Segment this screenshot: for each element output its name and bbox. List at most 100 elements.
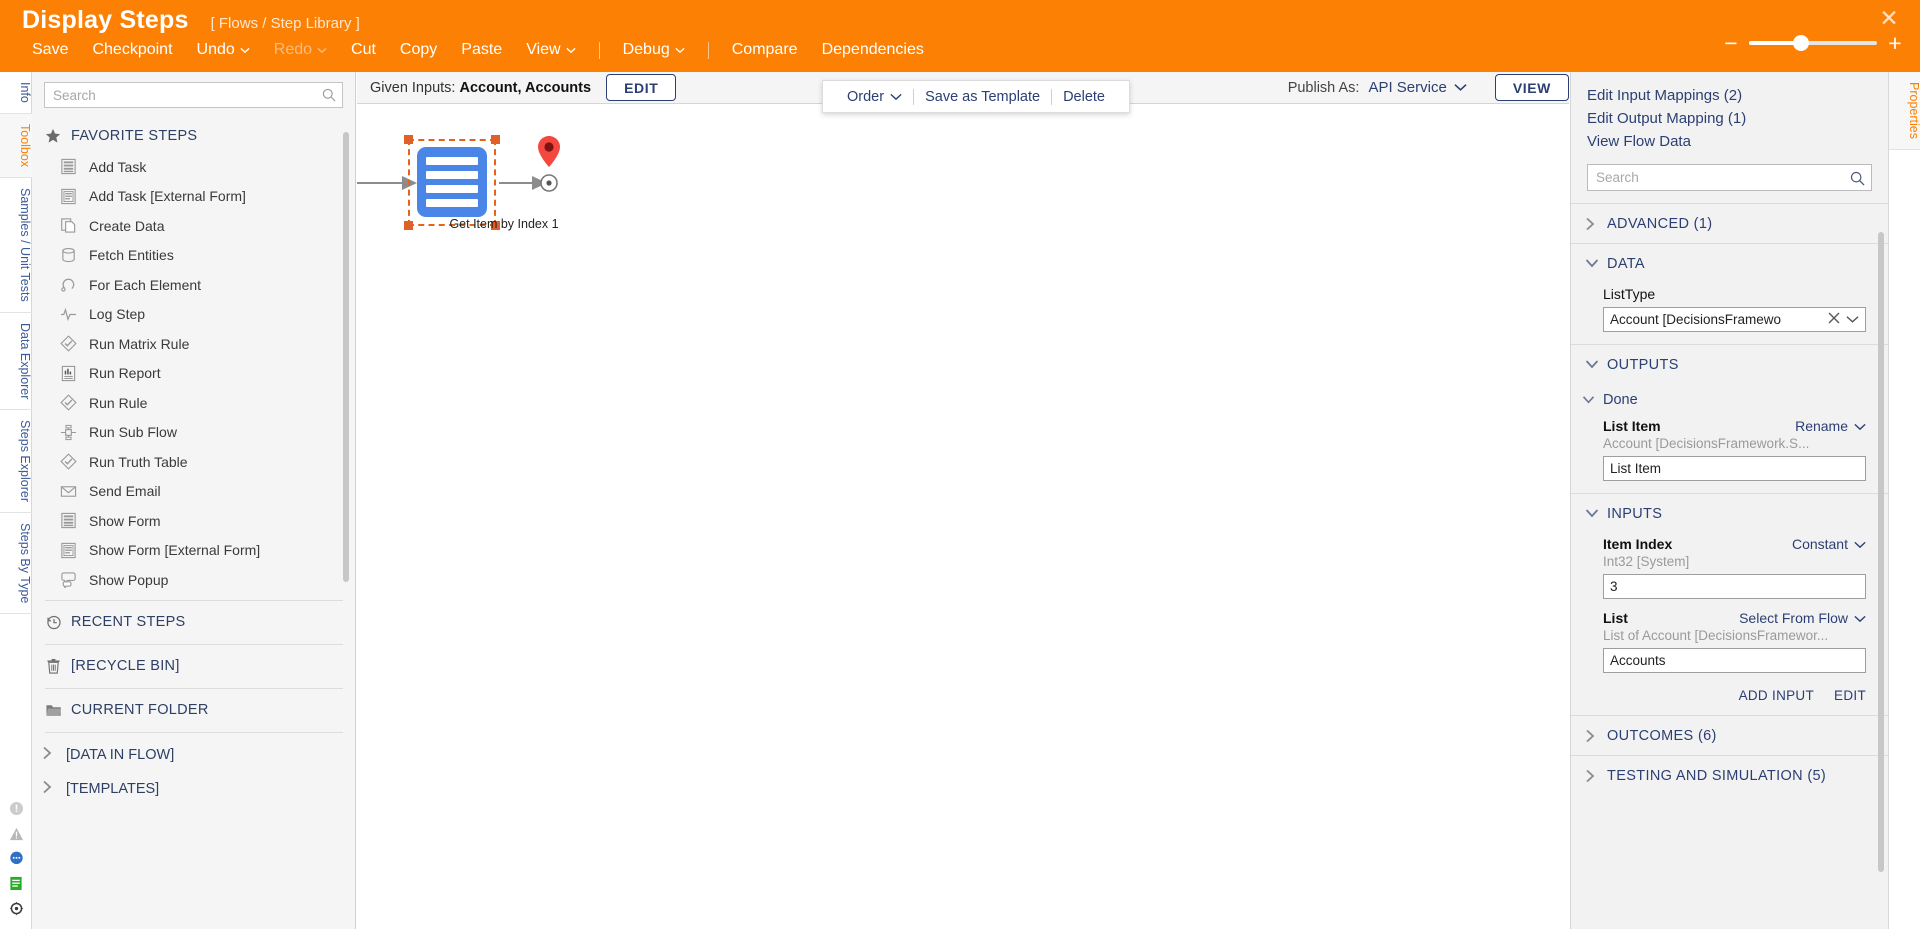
search-icon[interactable] [1850,171,1865,191]
menu-item-copy[interactable]: Copy [388,41,449,59]
search-box[interactable] [44,82,343,108]
context-menu-item-order[interactable]: Order [836,89,913,105]
field-item-index-input[interactable]: 3 [1603,574,1866,599]
step-item[interactable]: Run Rule [32,388,356,418]
rail-tab-steps-explorer[interactable]: Steps Explorer [0,410,32,514]
section-inputs[interactable]: INPUTS [1571,493,1888,533]
properties-search-box[interactable] [1587,164,1872,191]
edit-button[interactable]: EDIT [606,74,677,101]
context-menu-item-save-as-template[interactable]: Save as Template [914,89,1051,105]
resize-handle-tl[interactable] [404,135,413,144]
menu-item-compare[interactable]: Compare [720,41,810,59]
step-item[interactable]: Create Data [32,211,356,241]
field-list-item-input[interactable]: List Item [1603,456,1866,481]
document-icon[interactable] [0,871,32,896]
rename-dropdown[interactable]: Rename [1795,418,1866,434]
field-list-input[interactable]: Accounts [1603,648,1866,673]
menu-item-cut[interactable]: Cut [339,41,388,59]
properties-search-input[interactable] [1588,165,1871,190]
close-icon[interactable] [1828,312,1840,327]
info-circle-icon[interactable] [0,796,32,821]
menu-item-debug[interactable]: Debug [611,41,697,59]
chevron-down-icon[interactable] [1454,79,1467,97]
view-button[interactable]: VIEW [1494,74,1569,101]
step-item[interactable]: For Each Element [32,270,356,300]
rail-tab-label: Info [18,82,32,103]
settings-gear-icon[interactable] [0,896,32,921]
diamond-check-icon [60,394,80,411]
menu-item-checkpoint[interactable]: Checkpoint [80,41,184,59]
context-menu-item-delete[interactable]: Delete [1052,89,1116,105]
toolbox-group-favorite-steps[interactable]: FAVORITE STEPS [32,119,356,152]
flow-canvas[interactable]: Get Item by Index 1 [357,105,1569,929]
properties-link-1[interactable]: Edit Output Mapping (1) [1587,107,1872,130]
step-item[interactable]: Add Task [External Form] [32,182,356,212]
section-outputs[interactable]: OUTPUTS [1571,344,1888,384]
edit-inputs-button[interactable]: EDIT [1834,688,1866,703]
rail-tab-toolbox[interactable]: Toolbox [0,113,32,178]
toolbox-section-recycle-bin[interactable]: [RECYCLE BIN] [32,650,356,683]
step-item[interactable]: Run Report [32,359,356,389]
properties-link-2[interactable]: View Flow Data [1587,130,1872,153]
tree-row[interactable]: [DATA IN FLOW] [32,738,356,772]
tab-properties[interactable]: Properties [1889,72,1920,150]
toolbox-scrollbar[interactable] [343,132,349,582]
menu-item-view[interactable]: View [514,41,587,59]
search-input[interactable] [45,83,342,107]
menu-item-paste[interactable]: Paste [449,41,514,59]
chat-bubble-icon[interactable] [0,846,32,871]
zoom-thumb[interactable] [1792,35,1809,51]
section-outcomes[interactable]: OUTCOMES (6) [1571,715,1888,755]
resize-handle-tr[interactable] [491,135,500,144]
menu-item-label: Paste [461,41,503,58]
zoom-out-icon[interactable]: − [1720,32,1742,55]
zoom-slider-control[interactable]: − + [1720,32,1906,55]
menu-item-dependencies[interactable]: Dependencies [810,41,936,59]
subsection-done[interactable]: Done [1571,384,1888,415]
field-list-item: List Item Rename Account [DecisionsFrame… [1571,415,1888,493]
rail-tab-label: Steps By Type [18,523,32,604]
step-item[interactable]: Run Truth Table [32,447,356,477]
menu-item-save[interactable]: Save [20,41,80,59]
step-item[interactable]: Add Task [32,152,356,182]
external-form-icon [60,188,80,205]
field-item-index-mapping-dropdown[interactable]: Constant [1792,536,1866,552]
rail-tab-data-explorer[interactable]: Data Explorer [0,313,32,411]
search-icon[interactable] [322,88,336,107]
close-icon[interactable]: ✕ [1876,6,1902,32]
toolbox-section-current-folder[interactable]: CURRENT FOLDER [32,694,356,727]
rename-dropdown-label: Rename [1795,418,1848,434]
rail-tab-samples-unit-tests[interactable]: Samples / Unit Tests [0,178,32,313]
step-item[interactable]: Show Popup [32,565,356,595]
chevron-down-icon[interactable] [1846,312,1859,327]
properties-scrollbar[interactable] [1878,232,1884,872]
publish-as-value[interactable]: API Service [1368,79,1446,96]
rail-tab-info[interactable]: Info [0,72,32,114]
add-input-button[interactable]: ADD INPUT [1739,688,1814,703]
step-item[interactable]: Log Step [32,300,356,330]
toolbox-scroll-area[interactable]: FAVORITE STEPS Add Task Add Task [External… [32,119,356,929]
section-data[interactable]: DATA [1571,243,1888,283]
chevron-down-icon [1585,508,1607,519]
node-selection-box[interactable] [404,135,500,230]
step-item[interactable]: Run Matrix Rule [32,329,356,359]
field-list-mapping-dropdown[interactable]: Select From Flow [1739,610,1866,626]
step-item[interactable]: Show Form [32,506,356,536]
chevron-down-icon [1585,359,1607,370]
step-item[interactable]: Run Sub Flow [32,418,356,448]
step-item[interactable]: Fetch Entities [32,241,356,271]
rail-tab-steps-by-type[interactable]: Steps By Type [0,513,32,615]
step-item[interactable]: Show Form [External Form] [32,536,356,566]
tree-row[interactable]: [TEMPLATES] [32,772,356,806]
section-testing[interactable]: TESTING AND SIMULATION (5) [1571,755,1888,795]
toolbox-section-recent-steps[interactable]: RECENT STEPS [32,606,356,639]
zoom-track[interactable] [1749,35,1877,51]
field-list-type-input[interactable]: Account [DecisionsFramewo [1603,307,1866,332]
field-list-item-value: List Item [1610,461,1662,476]
zoom-in-icon[interactable]: + [1884,32,1906,55]
menu-item-undo[interactable]: Undo [185,41,262,59]
section-advanced[interactable]: ADVANCED (1) [1571,203,1888,243]
step-item[interactable]: Send Email [32,477,356,507]
properties-link-0[interactable]: Edit Input Mappings (2) [1587,84,1872,107]
warning-triangle-icon[interactable] [0,821,32,846]
